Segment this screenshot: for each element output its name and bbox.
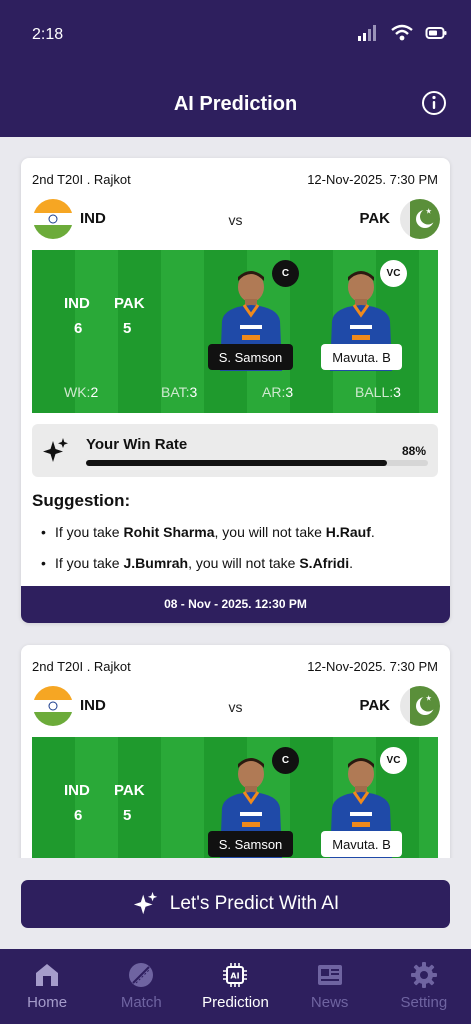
win-rate-label: Your Win Rate xyxy=(86,436,188,453)
teams-row: IND vs PAK xyxy=(21,199,450,239)
ball-count: BALL:3 xyxy=(355,384,401,400)
info-icon[interactable] xyxy=(421,90,447,116)
nav-match[interactable]: Match xyxy=(94,961,188,1011)
signal-icon xyxy=(358,25,376,41)
win-rate-box: Your Win Rate 88% xyxy=(32,424,438,477)
bottom-nav: Home Match AI Prediction News Setting xyxy=(0,949,471,1024)
match-name: 2nd T20I . Rajkot xyxy=(32,172,131,187)
nav-news[interactable]: News xyxy=(283,961,377,1011)
count-label-team-a: IND xyxy=(64,782,90,799)
team-b-code: PAK xyxy=(359,210,390,227)
bat-count: BAT:3 xyxy=(161,384,198,400)
card-footer-date: 08 - Nov - 2025. 12:30 PM xyxy=(21,586,450,623)
page-title: AI Prediction xyxy=(173,93,298,115)
prediction-card[interactable]: 2nd T20I . Rajkot 12-Nov-2025. 7:30 PM I… xyxy=(21,645,450,858)
prediction-card[interactable]: 2nd T20I . Rajkot 12-Nov-2025. 7:30 PM I… xyxy=(21,158,450,623)
svg-text:AI: AI xyxy=(231,972,240,981)
vice-captain-badge: VC xyxy=(380,260,407,287)
teams-row: IND vs PAK xyxy=(21,686,450,726)
nav-prediction[interactable]: AI Prediction xyxy=(188,961,282,1011)
wifi-icon xyxy=(391,24,413,41)
home-icon xyxy=(36,964,59,986)
suggestion-item: • If you take J.Bumrah, you will not take… xyxy=(41,555,354,571)
team-pitch: IND PAK 6 5 C S. Samson xyxy=(32,250,438,413)
captain-name-tag: S. Samson xyxy=(208,831,293,857)
captain-badge: C xyxy=(272,260,299,287)
ai-chip-icon: AI xyxy=(223,963,248,987)
team-b-code: PAK xyxy=(359,697,390,714)
match-name: 2nd T20I . Rajkot xyxy=(32,659,131,674)
captain-badge: C xyxy=(272,747,299,774)
sparkle-icon xyxy=(133,891,157,915)
wk-count: WK:2 xyxy=(64,384,99,400)
sparkle-icon xyxy=(43,438,68,462)
win-rate-percent: 88% xyxy=(401,444,426,458)
status-time: 2:18 xyxy=(32,26,64,43)
match-datetime: 12-Nov-2025. 7:30 PM xyxy=(307,172,438,187)
win-rate-bar xyxy=(86,460,428,466)
pakistan-flag-icon xyxy=(400,686,440,726)
ar-count: AR:3 xyxy=(262,384,294,400)
suggestion-item: • If you take Rohit Sharma, you will not … xyxy=(41,524,375,540)
vice-captain-badge: VC xyxy=(380,747,407,774)
count-team-a: 6 xyxy=(74,807,83,824)
nav-setting[interactable]: Setting xyxy=(377,961,471,1011)
count-label-team-a: IND xyxy=(64,295,90,312)
status-icons xyxy=(357,24,447,42)
gear-icon xyxy=(410,962,437,988)
team-pitch: IND PAK 6 5 C S. Samson xyxy=(32,737,438,858)
win-rate-bar-fill xyxy=(86,460,387,466)
battery-icon xyxy=(425,27,447,39)
match-datetime: 12-Nov-2025. 7:30 PM xyxy=(307,659,438,674)
predictions-list[interactable]: 2nd T20I . Rajkot 12-Nov-2025. 7:30 PM I… xyxy=(0,137,471,858)
app-header: 2:18 AI Prediction xyxy=(0,0,471,137)
news-icon xyxy=(317,965,342,985)
count-team-b: 5 xyxy=(123,807,132,824)
nav-home[interactable]: Home xyxy=(0,961,94,1011)
cricket-ball-icon xyxy=(129,963,154,987)
predict-button-label: Let's Predict With AI xyxy=(169,893,340,914)
count-label-team-b: PAK xyxy=(114,782,145,799)
suggestion-title: Suggestion: xyxy=(32,491,131,510)
pakistan-flag-icon xyxy=(400,199,440,239)
predict-with-ai-button[interactable]: Let's Predict With AI xyxy=(21,880,450,928)
count-team-a: 6 xyxy=(74,320,83,337)
captain-name-tag: S. Samson xyxy=(208,344,293,370)
count-team-b: 5 xyxy=(123,320,132,337)
vice-captain-name-tag: Mavuta. B xyxy=(321,344,402,370)
count-label-team-b: PAK xyxy=(114,295,145,312)
vice-captain-name-tag: Mavuta. B xyxy=(321,831,402,857)
